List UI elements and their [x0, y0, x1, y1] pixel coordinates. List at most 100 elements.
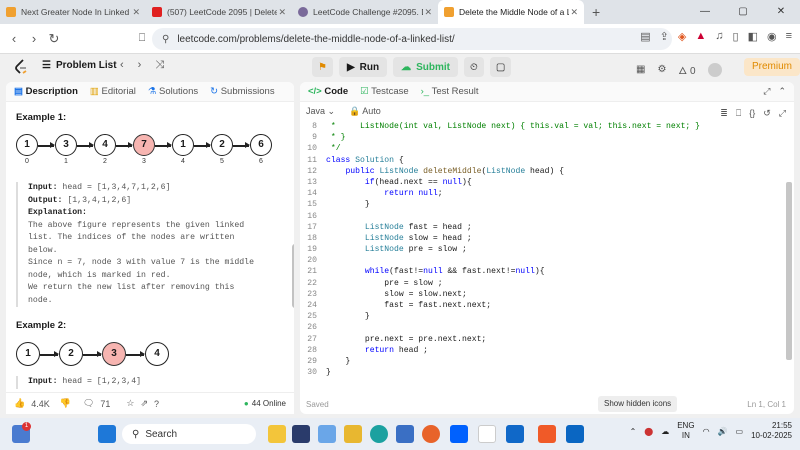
battery-icon[interactable]: ▭: [736, 427, 744, 436]
shuffle-icon[interactable]: ⤨: [155, 59, 164, 72]
prev-problem-icon[interactable]: ‹: [120, 59, 124, 72]
tab-description[interactable]: ▤ Description: [14, 86, 78, 97]
minimize-icon[interactable]: —: [686, 0, 724, 24]
list-node: 3: [102, 342, 126, 366]
tab-test-result[interactable]: ›_ Test Result: [421, 86, 479, 97]
bookmark-icon[interactable]: ⎕: [132, 32, 152, 45]
back-icon[interactable]: ‹: [4, 31, 24, 46]
problem-list-button[interactable]: ☰ Problem List: [42, 60, 117, 71]
firefox-icon[interactable]: [422, 425, 440, 443]
dropbox-icon[interactable]: [450, 425, 468, 443]
tab-favicon-icon: [6, 7, 16, 17]
wifi-icon[interactable]: ◠: [703, 427, 710, 436]
new-tab-plus-icon[interactable]: +: [592, 4, 600, 20]
media-icon[interactable]: ♫: [715, 30, 723, 43]
code-line: 20: [300, 256, 784, 267]
wallet-icon[interactable]: ◧: [748, 30, 758, 43]
layout-icon[interactable]: ▦: [636, 64, 645, 75]
left-scroll-thumb[interactable]: [292, 244, 294, 308]
brave-icon[interactable]: [538, 425, 556, 443]
browser-tab-2[interactable]: (507) LeetCode 2095 | Delete The M ✕: [146, 0, 292, 24]
edge-icon[interactable]: [370, 425, 388, 443]
debug-button[interactable]: ⚑: [312, 57, 333, 77]
leetcode-logo-icon[interactable]: [14, 59, 28, 75]
file-explorer-icon[interactable]: [268, 425, 286, 443]
fullscreen-icon[interactable]: ⤢: [779, 108, 786, 119]
star-icon[interactable]: ☆: [126, 398, 134, 409]
language-indicator[interactable]: ENG IN: [677, 421, 694, 441]
brave-shield-icon[interactable]: ◈: [678, 30, 686, 43]
left-scrollbar[interactable]: [292, 192, 294, 414]
tab-testcase[interactable]: ☑ Testcase: [360, 86, 409, 97]
notes-icon[interactable]: ≣: [720, 108, 728, 119]
node-arrow: [83, 351, 102, 357]
tray-expand-icon[interactable]: ⌃: [630, 427, 637, 436]
tab-submissions[interactable]: ↻ Submissions: [210, 86, 274, 97]
folder-icon[interactable]: [344, 425, 362, 443]
code-line: 18 ListNode slow = head ;: [300, 234, 784, 245]
language-select[interactable]: Java ⌄: [306, 106, 335, 117]
code-line: 9 * }: [300, 133, 784, 144]
notes-button[interactable]: ▢: [489, 57, 512, 77]
tab-editorial[interactable]: ▥ Editorial: [90, 86, 136, 97]
code-editor[interactable]: 8 * ListNode(int val, ListNode next) { t…: [300, 122, 784, 379]
taskbar-search[interactable]: ⚲ Search: [122, 424, 256, 444]
line-number: 20: [307, 256, 317, 266]
menu-icon[interactable]: ≡: [786, 30, 792, 43]
comment-icon[interactable]: 🗨: [83, 398, 94, 409]
avatar[interactable]: [707, 62, 722, 77]
line-number: 24: [307, 301, 317, 310]
auto-mode[interactable]: 🔒 Auto: [349, 106, 381, 117]
dislike-icon[interactable]: 👎: [60, 398, 71, 409]
tab-close-icon[interactable]: ✕: [424, 7, 432, 18]
tab-code[interactable]: </> Code: [308, 86, 348, 97]
tab-solutions[interactable]: ⚗ Solutions: [148, 86, 198, 97]
bookmark-code-icon[interactable]: ⎕: [736, 108, 741, 119]
reader-icon[interactable]: ▤: [640, 30, 650, 43]
tray-app-icon[interactable]: ⬤: [644, 427, 653, 436]
onedrive-icon[interactable]: ☁: [661, 427, 669, 436]
format-icon[interactable]: {}: [749, 108, 755, 119]
browser-tab-3[interactable]: LeetCode Challenge #2095. Delete ✕: [292, 0, 438, 24]
browser-tab-1[interactable]: Next Greater Node In Linked List - ✕: [0, 0, 146, 24]
tab-close-icon[interactable]: ✕: [132, 7, 140, 18]
timer-button[interactable]: ⏲: [464, 57, 484, 77]
reset-icon[interactable]: ↺: [763, 108, 771, 119]
forward-icon[interactable]: ›: [24, 31, 44, 46]
amazon-icon[interactable]: [478, 425, 496, 443]
code-text: public ListNode deleteMiddle(ListNode he…: [345, 166, 565, 176]
linkedin-icon[interactable]: [566, 425, 584, 443]
vpn-icon[interactable]: ◉: [767, 30, 777, 43]
editor-scrollbar[interactable]: [786, 182, 792, 360]
premium-button[interactable]: Premium: [744, 58, 800, 76]
close-window-icon[interactable]: ✕: [762, 0, 800, 24]
reload-icon[interactable]: ↻: [44, 31, 64, 47]
tab-close-icon[interactable]: ✕: [278, 7, 286, 18]
maximize-icon[interactable]: ▢: [724, 0, 762, 24]
windows-start-icon[interactable]: [98, 425, 116, 443]
submit-button[interactable]: ☁ Submit: [393, 57, 459, 77]
copilot-icon[interactable]: [318, 425, 336, 443]
url-field[interactable]: ⚲ leetcode.com/problems/delete-the-middl…: [152, 28, 672, 50]
expand-icon[interactable]: ⤢: [763, 86, 770, 97]
app-icon-1[interactable]: [292, 425, 310, 443]
run-button[interactable]: ▶ Run: [338, 57, 388, 77]
volume-icon[interactable]: 🔊: [718, 427, 728, 436]
site-info-icon[interactable]: ⚲: [162, 34, 169, 45]
sidebar-icon[interactable]: ▯: [733, 30, 739, 43]
streak-flame[interactable]: 🜂 0: [678, 59, 695, 80]
rewards-icon[interactable]: ▲: [695, 30, 706, 43]
collapse-icon[interactable]: ⌃: [778, 86, 786, 97]
description-panel: ▤ Description ▥ Editorial ⚗ Solutions ↻ …: [6, 82, 294, 414]
store-icon[interactable]: [396, 425, 414, 443]
help-icon[interactable]: ?: [154, 399, 159, 409]
next-problem-icon[interactable]: ›: [138, 59, 142, 72]
browser-tab-active[interactable]: Delete the Middle Node of a Li ✕: [438, 0, 584, 24]
like-icon[interactable]: 👍: [14, 398, 25, 409]
outlook-icon[interactable]: [506, 425, 524, 443]
settings-icon[interactable]: ⚙: [657, 64, 666, 75]
tab-close-icon[interactable]: ✕: [570, 7, 578, 18]
clock[interactable]: 21:55 10-02-2025: [751, 421, 792, 441]
share-icon[interactable]: ⇪: [660, 30, 669, 43]
share-link-icon[interactable]: ⇗: [140, 398, 148, 409]
